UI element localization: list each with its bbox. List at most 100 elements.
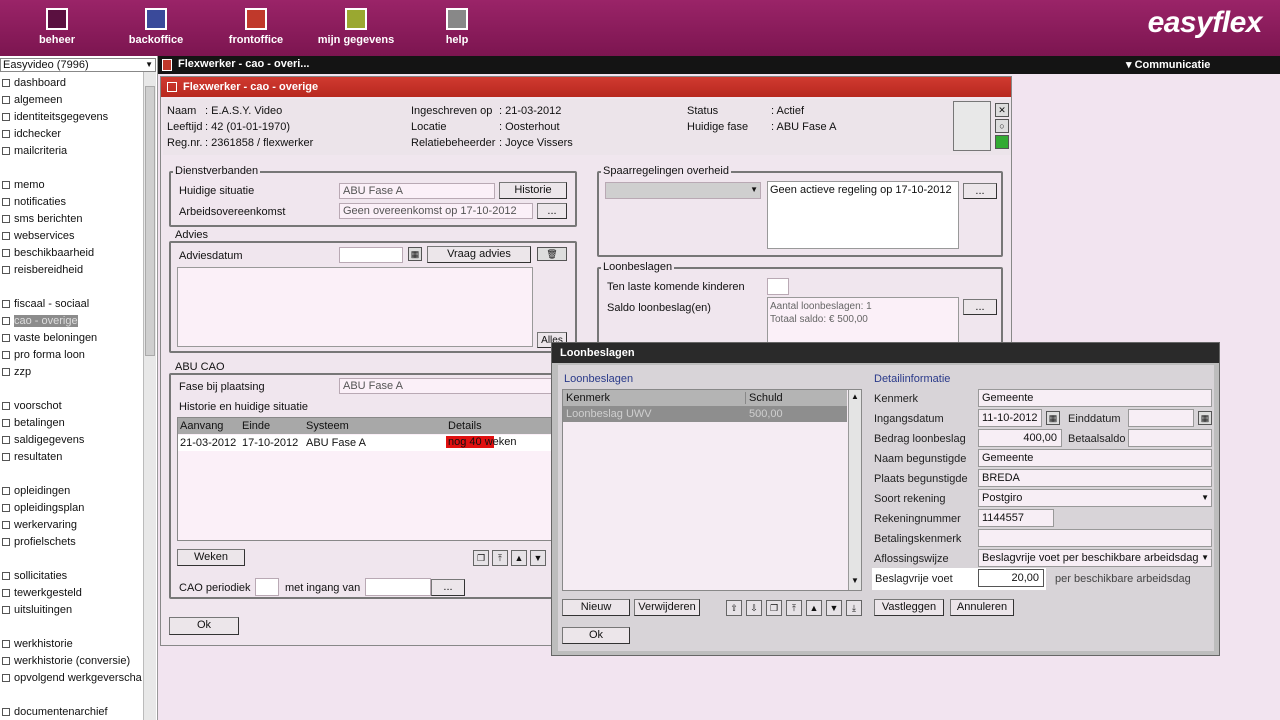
ingang-more-button[interactable]: ... xyxy=(431,579,465,596)
aflossingswijze-select[interactable]: Beslagvrije voet per beschikbare arbeids… xyxy=(978,549,1212,567)
move-up-icon[interactable]: ▲ xyxy=(806,600,822,616)
move-up-icon[interactable]: ▲ xyxy=(511,550,527,566)
sidebar-item[interactable]: opvolgend werkgeverscha xyxy=(2,670,142,686)
sidebar-item[interactable]: fiscaal - sociaal xyxy=(2,296,89,312)
move-bottom-icon[interactable]: ⇩ xyxy=(746,600,762,616)
column-header[interactable]: Schuld xyxy=(745,392,783,404)
sidebar-item[interactable]: idchecker xyxy=(2,126,61,142)
backoffice-button[interactable]: backoffice xyxy=(116,6,196,46)
table-row[interactable]: 21-03-2012 17-10-2012 ABU Fase A nog 40 … xyxy=(178,435,556,451)
move-top-icon[interactable]: ⇧ xyxy=(726,600,742,616)
sidebar-item[interactable]: werkhistorie (conversie) xyxy=(2,653,130,669)
column-header[interactable]: Systeem xyxy=(306,420,349,432)
arbeidsovereenkomst-more-button[interactable]: ... xyxy=(537,203,567,219)
move-first-icon[interactable]: ⤒ xyxy=(786,600,802,616)
plaats-begunstigde-field[interactable]: BREDA xyxy=(978,469,1212,487)
weken-button[interactable]: Weken xyxy=(177,549,245,566)
relation-select[interactable]: Easyvideo (7996) ▼ xyxy=(0,58,156,72)
einddatum-field[interactable] xyxy=(1128,409,1194,427)
scroll-up-icon[interactable]: ▲ xyxy=(851,392,859,401)
sidebar-item[interactable]: profielschets xyxy=(2,534,76,550)
saldo-more-button[interactable]: ... xyxy=(963,299,997,315)
column-header[interactable]: Details xyxy=(448,420,482,432)
settings-icon[interactable]: ○ xyxy=(995,119,1009,133)
sidebar-item[interactable]: sollicitaties xyxy=(2,568,67,584)
huidige-situatie-field[interactable]: ABU Fase A xyxy=(339,183,495,199)
sidebar-item[interactable]: algemeen xyxy=(2,92,62,108)
cao-periodiek-field[interactable] xyxy=(255,578,279,596)
move-top-icon[interactable]: ⤒ xyxy=(492,550,508,566)
beheer-button[interactable]: beheer xyxy=(17,6,97,46)
dialog-ok-button[interactable]: Ok xyxy=(562,627,630,644)
spaarregeling-select[interactable]: ▼ xyxy=(605,182,761,199)
sidebar-item[interactable]: cao - overige xyxy=(2,313,78,329)
sidebar-item[interactable]: vaste beloningen xyxy=(2,330,97,346)
advies-textarea[interactable] xyxy=(177,267,533,347)
arbeidsovereenkomst-field[interactable]: Geen overeenkomst op 17-10-2012 xyxy=(339,203,533,219)
soort-rekening-select[interactable]: Postgiro ▼ xyxy=(978,489,1212,507)
adviesdatum-field[interactable] xyxy=(339,247,403,263)
sidebar-item[interactable]: voorschot xyxy=(2,398,62,414)
calendar-icon[interactable]: ▦ xyxy=(1046,411,1060,425)
scroll-down-icon[interactable]: ▼ xyxy=(851,576,859,585)
column-header[interactable]: Einde xyxy=(242,420,270,432)
frontoffice-button[interactable]: frontoffice xyxy=(216,6,296,46)
sidebar-item[interactable]: mailcriteria xyxy=(2,143,67,159)
calendar-icon[interactable]: ▦ xyxy=(408,247,422,261)
rekeningnummer-field[interactable]: 1144557 xyxy=(978,509,1054,527)
vraag-advies-button[interactable]: Vraag advies xyxy=(427,246,531,263)
sidebar-item[interactable]: dashboard xyxy=(2,75,66,91)
sidebar-item[interactable]: notificaties xyxy=(2,194,66,210)
calendar-icon[interactable]: ▦ xyxy=(1198,411,1212,425)
sidebar-item[interactable]: memo xyxy=(2,177,45,193)
annuleren-button[interactable]: Annuleren xyxy=(950,599,1014,616)
photo-placeholder[interactable] xyxy=(953,101,991,151)
mijn-gegevens-button[interactable]: mijn gegevens xyxy=(310,6,402,46)
ingang-field[interactable] xyxy=(365,578,431,596)
delete-icon[interactable]: 🗑 xyxy=(537,247,567,261)
regeling-text[interactable]: Geen actieve regeling op 17-10-2012 xyxy=(767,181,959,249)
sidebar-item[interactable]: documentenarchief xyxy=(2,704,108,720)
copy-icon[interactable]: ❐ xyxy=(766,600,782,616)
sidebar-item[interactable]: pro forma loon xyxy=(2,347,85,363)
ok-button[interactable]: Ok xyxy=(169,617,239,635)
sidebar-item[interactable]: opleidingsplan xyxy=(2,500,84,516)
ingangsdatum-field[interactable]: 11-10-2012 xyxy=(978,409,1042,427)
copy-icon[interactable]: ❐ xyxy=(473,550,489,566)
spaar-more-button[interactable]: ... xyxy=(963,183,997,199)
communicatie-menu[interactable]: ▾ Communicatie xyxy=(1126,58,1210,71)
sidebar-item[interactable]: resultaten xyxy=(2,449,62,465)
bedrag-field[interactable]: 400,00 xyxy=(978,429,1062,447)
sidebar-item[interactable]: reisbereidheid xyxy=(2,262,83,278)
sidebar-item[interactable]: opleidingen xyxy=(2,483,70,499)
column-header[interactable]: Kenmerk xyxy=(566,392,610,404)
sidebar-item[interactable]: webservices xyxy=(2,228,75,244)
betaalsaldo-field[interactable] xyxy=(1128,429,1212,447)
close-icon[interactable]: ✕ xyxy=(995,103,1009,117)
historie-button[interactable]: Historie xyxy=(499,182,567,199)
sidebar-item[interactable]: sms berichten xyxy=(2,211,82,227)
beslagvrije-voet-field[interactable]: 20,00 xyxy=(978,569,1044,587)
sidebar-item[interactable]: uitsluitingen xyxy=(2,602,72,618)
sidebar-item[interactable]: werkervaring xyxy=(2,517,77,533)
sidebar-item[interactable]: zzp xyxy=(2,364,31,380)
sidebar-item[interactable]: identiteitsgegevens xyxy=(2,109,108,125)
move-down-icon[interactable]: ▼ xyxy=(530,550,546,566)
kinderen-field[interactable] xyxy=(767,278,789,295)
move-last-icon[interactable]: ⤓ xyxy=(846,600,862,616)
kenmerk-field[interactable]: Gemeente xyxy=(978,389,1212,407)
move-down-icon[interactable]: ▼ xyxy=(826,600,842,616)
betalingskenmerk-field[interactable] xyxy=(978,529,1212,547)
fase-plaatsing-field[interactable]: ABU Fase A xyxy=(339,378,559,394)
sidebar-item[interactable]: werkhistorie xyxy=(2,636,73,652)
sidebar-item[interactable]: betalingen xyxy=(2,415,65,431)
column-header[interactable]: Aanvang xyxy=(180,420,223,432)
sidebar-item[interactable]: beschikbaarheid xyxy=(2,245,94,261)
naam-begunstigde-field[interactable]: Gemeente xyxy=(978,449,1212,467)
list-scrollbar[interactable]: ▲ ▼ xyxy=(848,390,861,590)
window-tab[interactable]: Flexwerker - cao - overi... xyxy=(178,58,309,70)
vastleggen-button[interactable]: Vastleggen xyxy=(874,599,944,616)
sidebar-item[interactable]: saldigegevens xyxy=(2,432,84,448)
sidebar-item[interactable]: tewerkgesteld xyxy=(2,585,82,601)
help-button[interactable]: help xyxy=(417,6,497,46)
